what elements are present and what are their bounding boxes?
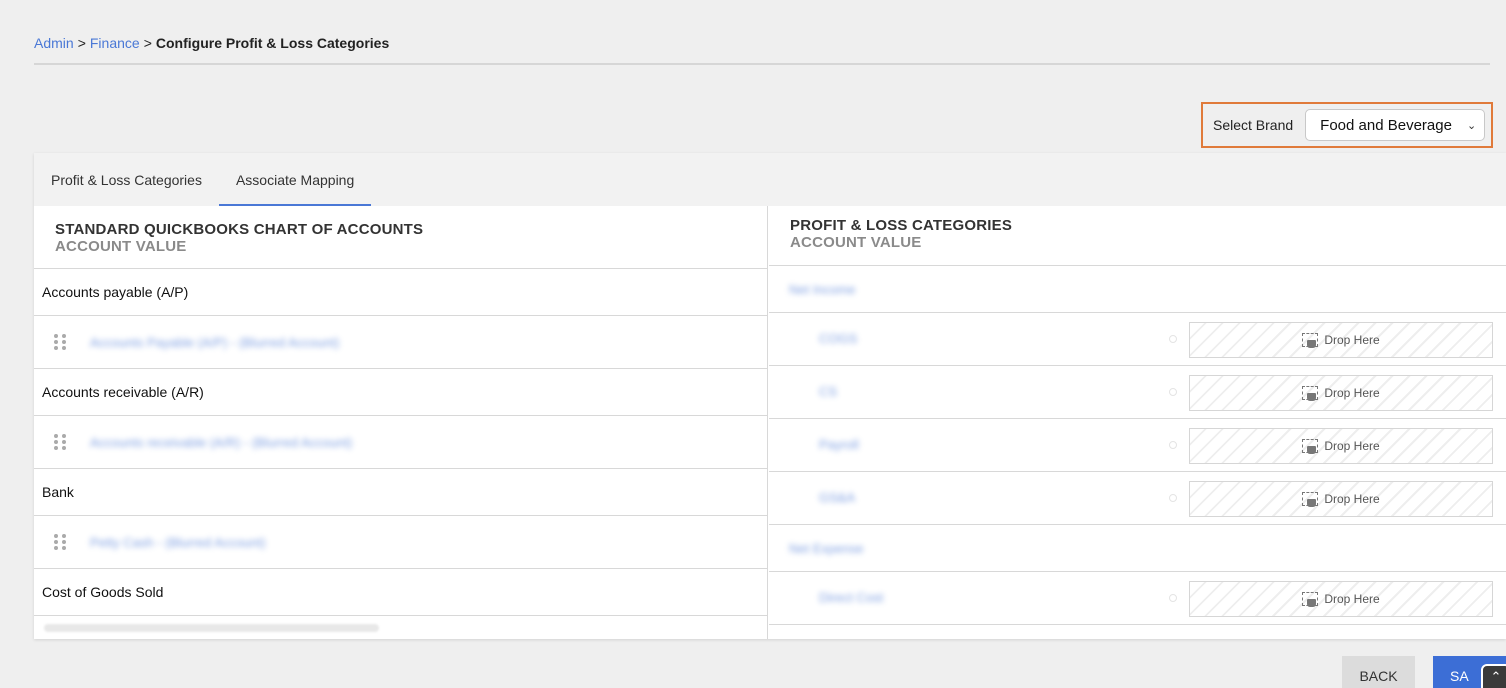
breadcrumb-link-finance[interactable]: Finance	[90, 35, 140, 51]
breadcrumb-link-admin[interactable]: Admin	[34, 35, 74, 51]
account-group: Accounts payable (A/P)	[34, 269, 767, 316]
drop-zone[interactable]: Drop Here	[1189, 581, 1493, 617]
breadcrumb-current: Configure Profit & Loss Categories	[155, 35, 390, 51]
pl-categories-column: PROFIT & LOSS CATEGORIES ACCOUNT VALUE N…	[769, 206, 1506, 639]
category-item: Payroll Drop Here	[769, 419, 1506, 472]
category-group-label: Net Expense	[789, 540, 864, 556]
drop-zone[interactable]: Drop Here	[1189, 428, 1493, 464]
breadcrumb-divider	[34, 63, 1490, 65]
category-item: COGS Drop Here	[769, 313, 1506, 366]
category-item-label: Payroll	[819, 437, 859, 452]
drop-icon	[1302, 592, 1319, 607]
tab-profit-loss-categories[interactable]: Profit & Loss Categories	[34, 153, 219, 206]
scroll-to-top-icon[interactable]: ⌃	[1481, 664, 1506, 688]
account-item[interactable]: Accounts Payable (A/P) - (Blurred Accoun…	[34, 316, 767, 369]
account-item-label: Accounts receivable (A/R) - (Blurred Acc…	[90, 434, 353, 450]
back-button[interactable]: BACK	[1342, 656, 1415, 688]
category-item-label: GS&A	[819, 490, 856, 505]
account-group: Bank	[34, 469, 767, 516]
drop-zone-label: Drop Here	[1324, 386, 1380, 400]
drag-handle-icon[interactable]	[54, 334, 68, 350]
account-item[interactable]: Petty Cash - (Blurred Account)	[34, 516, 767, 569]
drop-zone-label: Drop Here	[1324, 492, 1380, 506]
drop-icon	[1302, 333, 1319, 348]
account-item[interactable]: Accounts receivable (A/R) - (Blurred Acc…	[34, 416, 767, 469]
breadcrumb: Admin > Finance > Configure Profit & Loss Ca…	[34, 35, 389, 51]
drop-icon	[1302, 492, 1319, 507]
account-group: Accounts receivable (A/R)	[34, 369, 767, 416]
drop-zone[interactable]: Drop Here	[1189, 322, 1493, 358]
status-dot	[1169, 441, 1177, 449]
drop-zone[interactable]: Drop Here	[1189, 481, 1493, 517]
brand-selector: Select Brand Food and Beverage ⌄	[1201, 102, 1493, 148]
category-item: Direct Cost Drop Here	[769, 572, 1506, 625]
breadcrumb-separator: >	[77, 35, 86, 51]
status-dot	[1169, 594, 1177, 602]
drop-zone-label: Drop Here	[1324, 592, 1380, 606]
mapping-panel: Profit & Loss Categories Associate Mappi…	[34, 153, 1506, 639]
category-item: GS&A Drop Here	[769, 472, 1506, 525]
category-group: Net Income	[769, 266, 1506, 313]
left-column-subtitle: ACCOUNT VALUE	[55, 238, 187, 255]
right-column-header: PROFIT & LOSS CATEGORIES ACCOUNT VALUE	[769, 206, 1506, 266]
category-item-label: CS	[819, 384, 838, 399]
category-item-label: COGS	[819, 331, 858, 346]
account-item-label: Accounts Payable (A/P) - (Blurred Accoun…	[90, 334, 340, 350]
drop-zone-label: Drop Here	[1324, 333, 1380, 347]
breadcrumb-separator: >	[143, 35, 152, 51]
tab-bar: Profit & Loss Categories Associate Mappi…	[34, 153, 1506, 206]
drop-icon	[1302, 439, 1319, 454]
drag-handle-icon[interactable]	[54, 434, 68, 450]
left-column-header: STANDARD QUICKBOOKS CHART OF ACCOUNTS AC…	[34, 206, 767, 269]
account-item-label: Petty Cash - (Blurred Account)	[90, 534, 266, 550]
drop-icon	[1302, 386, 1319, 401]
category-item: CS Drop Here	[769, 366, 1506, 419]
chevron-down-icon: ⌄	[1466, 119, 1477, 132]
tab-associate-mapping[interactable]: Associate Mapping	[218, 153, 372, 206]
brand-label: Select Brand	[1213, 117, 1294, 133]
drag-handle-icon[interactable]	[54, 534, 68, 550]
drop-zone-label: Drop Here	[1324, 439, 1380, 453]
category-group: Net Expense	[769, 525, 1506, 572]
drop-zone[interactable]: Drop Here	[1189, 375, 1493, 411]
account-item-partial	[34, 616, 767, 639]
brand-dropdown[interactable]: Food and Beverage ⌄	[1305, 109, 1486, 141]
status-dot	[1169, 388, 1177, 396]
status-dot	[1169, 335, 1177, 343]
status-dot	[1169, 494, 1177, 502]
right-column-title: PROFIT & LOSS CATEGORIES	[790, 217, 1013, 234]
brand-selected-value: Food and Beverage	[1320, 116, 1452, 134]
category-item-label: Direct Cost	[819, 590, 884, 605]
category-group-label: Net Income	[789, 281, 856, 297]
quickbooks-accounts-column: STANDARD QUICKBOOKS CHART OF ACCOUNTS AC…	[34, 206, 768, 639]
left-column-title: STANDARD QUICKBOOKS CHART OF ACCOUNTS	[55, 221, 424, 238]
right-column-subtitle: ACCOUNT VALUE	[790, 234, 922, 251]
account-group: Cost of Goods Sold	[34, 569, 767, 616]
